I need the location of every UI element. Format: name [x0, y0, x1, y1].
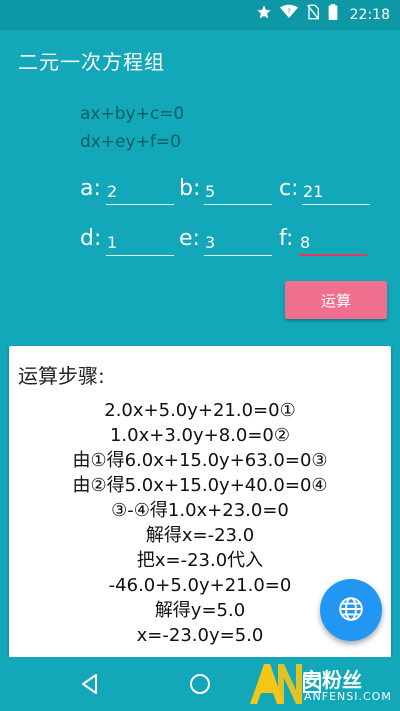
calculate-button[interactable]: 运算 [285, 281, 387, 319]
status-icons: ? 22:18 [256, 3, 390, 27]
status-clock: 22:18 [349, 7, 390, 23]
label-c: c: [279, 176, 299, 201]
input-d[interactable] [106, 230, 174, 256]
language-fab-button[interactable] [320, 579, 382, 641]
label-a: a: [80, 176, 101, 201]
step-line: 由②得5.0x+15.0y+40.0=0④ [72, 475, 328, 496]
battery-icon [328, 3, 338, 27]
input-e[interactable] [204, 230, 272, 256]
watermark: 安粉丝 ANFENSI.COM [246, 660, 396, 708]
no-sim-icon [306, 4, 320, 27]
app-title: 二元一次方程组 [18, 50, 165, 74]
step-line: 解得x=-23.0 [145, 525, 255, 546]
input-c[interactable] [302, 179, 370, 205]
step-line: 由①得6.0x+15.0y+63.0=0③ [72, 450, 328, 471]
app-bar: 二元一次方程组 [0, 30, 400, 90]
input-b[interactable] [204, 179, 272, 205]
status-bar: ? 22:18 [0, 0, 400, 30]
formula-line-1: ax+by+c=0 [80, 104, 185, 124]
step-line: 把x=-23.0代入 [136, 550, 264, 571]
svg-text:?: ? [287, 7, 291, 15]
result-title: 运算步骤: [18, 364, 105, 388]
step-line: 1.0x+3.0y+8.0=0② [109, 425, 291, 446]
home-icon[interactable] [186, 670, 214, 698]
wifi-icon: ? [279, 4, 298, 27]
equation-form: ax+by+c=0 dx+ey+f=0 a: b: c: d: e: f: 运算 [0, 90, 400, 338]
globe-icon [338, 596, 364, 625]
star-icon [256, 4, 272, 27]
label-d: d: [80, 226, 102, 251]
input-a[interactable] [106, 179, 174, 205]
label-e: e: [179, 226, 200, 251]
back-icon[interactable] [76, 670, 104, 698]
formula-line-2: dx+ey+f=0 [80, 132, 181, 152]
label-b: b: [179, 176, 201, 201]
watermark-text: 安粉丝 [302, 668, 362, 692]
step-line: ③-④得1.0x+23.0=0 [111, 500, 289, 521]
label-f: f: [279, 226, 294, 251]
input-f[interactable] [299, 230, 367, 256]
watermark-subtext: ANFENSI.COM [304, 690, 392, 703]
step-line: 2.0x+5.0y+21.0=0① [104, 400, 296, 421]
